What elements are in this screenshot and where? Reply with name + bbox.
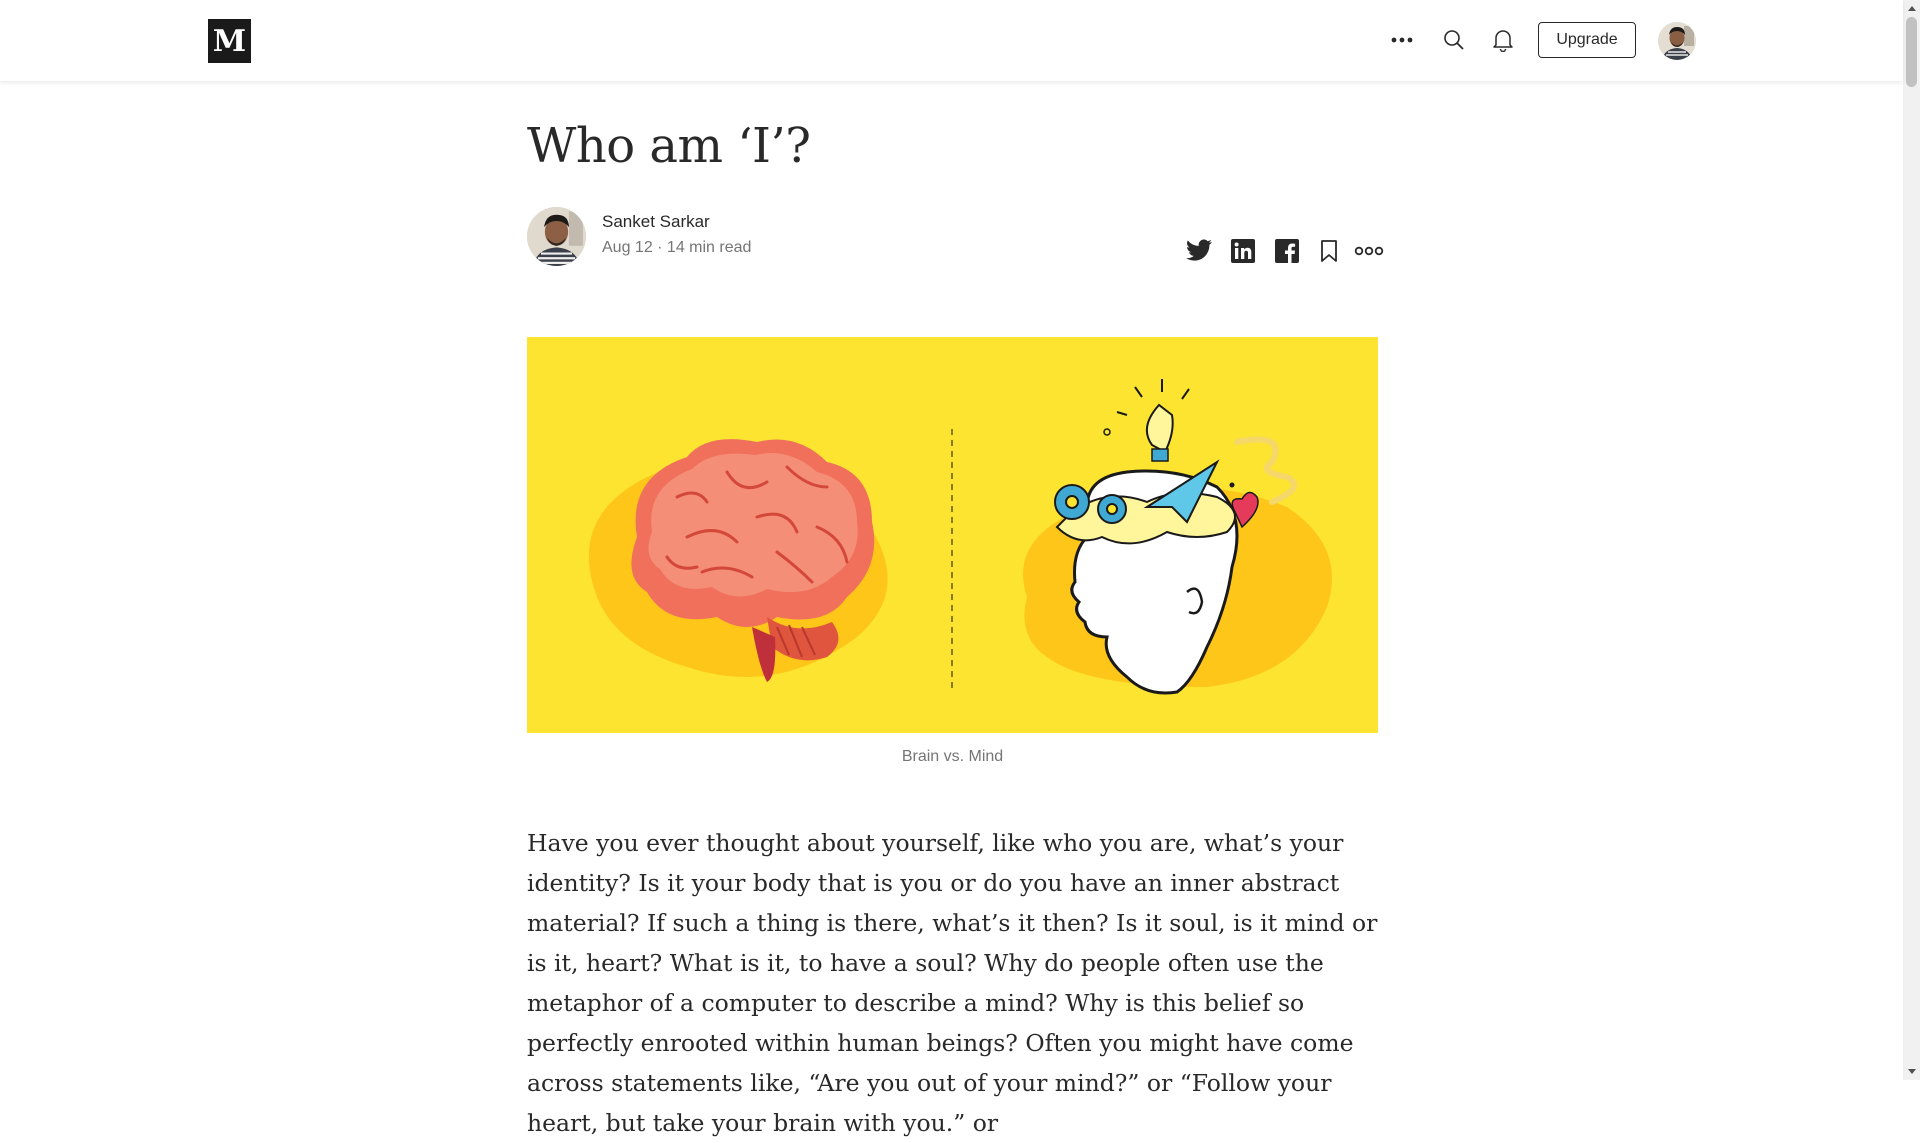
facebook-icon[interactable] [1272, 236, 1302, 266]
medium-logo[interactable]: M [208, 19, 251, 63]
more-options-icon[interactable] [1390, 28, 1414, 52]
linkedin-icon[interactable] [1228, 236, 1258, 266]
article-title: Who am ‘I’? [527, 118, 811, 174]
scrollbar-thumb[interactable] [1906, 17, 1917, 87]
article-meta: Aug 12 · 14 min read [602, 239, 752, 256]
search-icon[interactable] [1442, 28, 1466, 52]
scroll-down-arrow-icon[interactable] [1903, 1063, 1920, 1080]
hero-image-brain-vs-mind [527, 337, 1378, 733]
bookmark-icon[interactable] [1314, 236, 1344, 266]
upgrade-button[interactable]: Upgrade [1538, 22, 1636, 58]
article-paragraph: Have you ever thought about yourself, li… [527, 829, 1378, 1137]
vertical-scrollbar[interactable] [1903, 0, 1920, 1080]
bell-icon[interactable] [1491, 28, 1515, 52]
scroll-up-arrow-icon[interactable] [1903, 0, 1920, 17]
image-caption: Brain vs. Mind [901, 748, 1004, 765]
top-nav: M Upgrade [0, 0, 1903, 81]
author-name-link[interactable]: Sanket Sarkar [602, 212, 710, 232]
author-avatar[interactable] [527, 207, 586, 266]
user-avatar[interactable] [1658, 22, 1696, 60]
more-icon[interactable] [1354, 236, 1384, 266]
twitter-icon[interactable] [1184, 236, 1214, 266]
